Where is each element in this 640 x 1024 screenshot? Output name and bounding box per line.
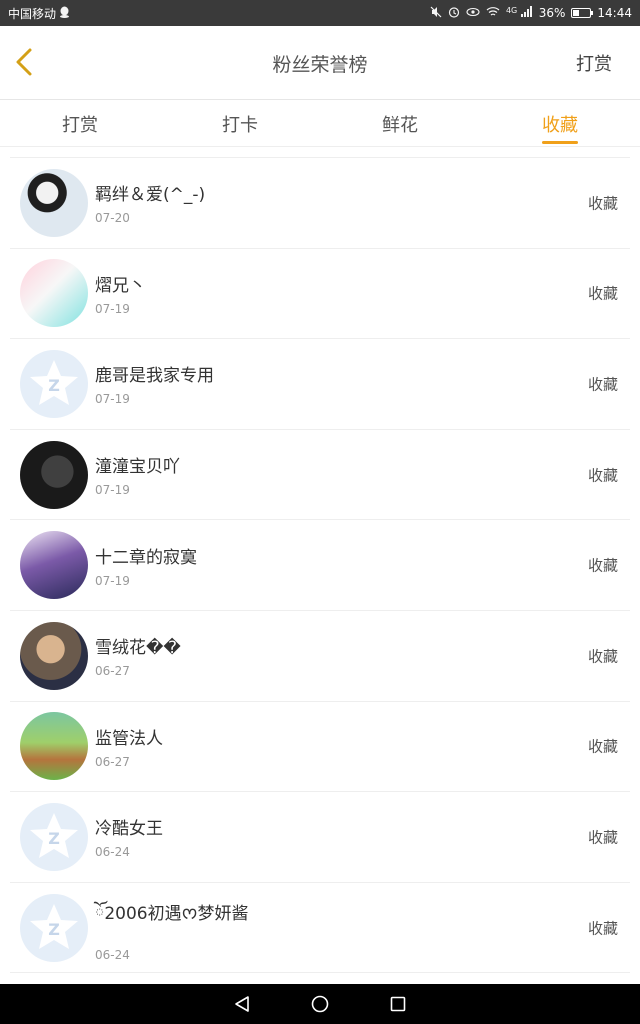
user-name: ོ2006初遇ᰔ梦妍酱 — [95, 903, 249, 924]
user-name: 羁绊＆爱(^_-) — [95, 185, 206, 206]
favorite-label: 收藏 — [587, 737, 618, 756]
user-date: 07-19 — [95, 392, 130, 407]
user-info: 鹿哥是我家专用 07-19 — [95, 361, 214, 406]
list-item[interactable]: 熠兄丶 07-19 收藏 — [10, 249, 630, 340]
user-name: 冷酷女王 — [95, 819, 163, 840]
circle-home-icon — [311, 995, 329, 1013]
user-date: 07-19 — [95, 301, 130, 316]
list-item[interactable]: Z 鹿哥是我家专用 07-19 收藏 — [10, 339, 630, 430]
favorite-label: 收藏 — [587, 284, 618, 303]
qq-notification-icon — [59, 6, 70, 21]
user-name: 雪绒花�� — [95, 638, 181, 659]
user-info: 冷酷女王 06-24 — [95, 814, 163, 859]
avatar[interactable] — [20, 168, 88, 237]
user-info: 监管法人 06-27 — [95, 724, 163, 769]
list-item[interactable]: 羁绊＆爱(^_-) 07-20 收藏 — [10, 158, 630, 249]
tab-favorites[interactable]: 收藏 — [480, 101, 640, 146]
user-info: 熠兄丶 07-19 — [95, 271, 146, 316]
square-recents-icon — [390, 996, 406, 1012]
avatar[interactable] — [20, 712, 88, 781]
status-bar: 中国移动 4G 36% 14:44 — [0, 0, 640, 26]
nav-home-button[interactable] — [308, 992, 332, 1016]
alarm-icon — [448, 6, 460, 21]
favorite-label: 收藏 — [587, 919, 618, 938]
user-name: 熠兄丶 — [95, 275, 146, 296]
user-date: 06-24 — [95, 845, 130, 860]
user-name: 监管法人 — [95, 728, 163, 749]
network-type-label: 4G — [505, 6, 518, 15]
battery-fill — [573, 10, 580, 16]
favorite-label: 收藏 — [587, 375, 618, 394]
svg-text:Z: Z — [48, 829, 60, 848]
favorite-label: 收藏 — [587, 828, 618, 847]
avatar[interactable]: Z — [20, 893, 88, 962]
avatar[interactable] — [20, 259, 88, 328]
status-left: 中国移动 — [8, 5, 70, 22]
user-info: 潼潼宝贝吖 07-19 — [95, 452, 180, 497]
carrier-label: 中国移动 — [8, 6, 57, 21]
nav-recents-button[interactable] — [386, 992, 410, 1016]
avatar[interactable]: Z — [20, 802, 88, 871]
tab-checkin[interactable]: 打卡 — [160, 101, 320, 146]
list-item[interactable]: 十二章的寂寞 07-19 收藏 — [10, 520, 630, 611]
user-date: 07-20 — [95, 211, 130, 226]
battery-icon — [571, 8, 594, 18]
user-name: 十二章的寂寞 — [95, 547, 197, 568]
avatar[interactable]: Z — [20, 349, 88, 418]
user-info: ོ2006初遇ᰔ梦妍酱 06-24 — [95, 894, 248, 962]
favorite-label: 收藏 — [587, 556, 618, 575]
page-title: 粉丝荣誉榜 — [272, 54, 368, 76]
battery-percent: 36% — [538, 6, 566, 20]
list-item[interactable]: 雪绒花�� 06-27 收藏 — [10, 611, 630, 702]
list-item[interactable]: Z 冷酷女王 06-24 收藏 — [10, 792, 630, 883]
avatar[interactable] — [20, 621, 88, 690]
tab-reward[interactable]: 打赏 — [0, 101, 160, 146]
default-avatar-star-icon: Z — [30, 359, 78, 405]
default-avatar-star-icon: Z — [30, 903, 78, 949]
app-header: 粉丝荣誉榜 打赏 — [0, 26, 640, 100]
nav-back-button[interactable] — [230, 992, 254, 1016]
tab-bar: 打赏 打卡 鲜花 收藏 — [0, 101, 640, 147]
svg-text:Z: Z — [48, 376, 60, 395]
avatar[interactable] — [20, 531, 88, 600]
user-info: 雪绒花�� 06-27 — [95, 633, 181, 678]
avatar[interactable] — [20, 440, 88, 509]
system-nav-bar — [0, 984, 640, 1024]
list-item[interactable]: 潼潼宝贝吖 07-19 收藏 — [10, 430, 630, 521]
signal-icon: 4G — [506, 6, 533, 20]
fan-list: 羁绊＆爱(^_-) 07-20 收藏 熠兄丶 07-19 收藏 Z 鹿哥是我家专… — [10, 157, 630, 974]
favorite-label: 收藏 — [587, 466, 618, 485]
user-info: 十二章的寂寞 07-19 — [95, 543, 197, 588]
user-name: 潼潼宝贝吖 — [95, 457, 180, 478]
user-date: 06-27 — [95, 664, 130, 679]
user-date: 07-19 — [95, 483, 130, 498]
reward-button[interactable]: 打赏 — [576, 50, 612, 76]
list-item[interactable]: Z ོ2006初遇ᰔ梦妍酱 06-24 收藏 — [10, 883, 630, 974]
default-avatar-star-icon: Z — [30, 812, 78, 858]
user-date: 07-19 — [95, 573, 130, 588]
mute-icon — [430, 6, 442, 21]
svg-text:Z: Z — [48, 920, 60, 939]
user-date: 06-24 — [95, 947, 130, 962]
status-right: 4G 36% 14:44 — [430, 6, 632, 21]
clock: 14:44 — [597, 6, 632, 20]
user-date: 06-27 — [95, 754, 130, 769]
user-info: 羁绊＆爱(^_-) 07-20 — [95, 180, 205, 225]
eye-icon — [466, 7, 480, 20]
favorite-label: 收藏 — [587, 647, 618, 666]
favorite-label: 收藏 — [587, 194, 618, 213]
user-name: 鹿哥是我家专用 — [95, 366, 214, 387]
tab-flowers[interactable]: 鲜花 — [320, 101, 480, 146]
wifi-icon — [486, 6, 500, 20]
list-item[interactable]: 监管法人 06-27 收藏 — [10, 702, 630, 793]
triangle-back-icon — [235, 996, 249, 1012]
